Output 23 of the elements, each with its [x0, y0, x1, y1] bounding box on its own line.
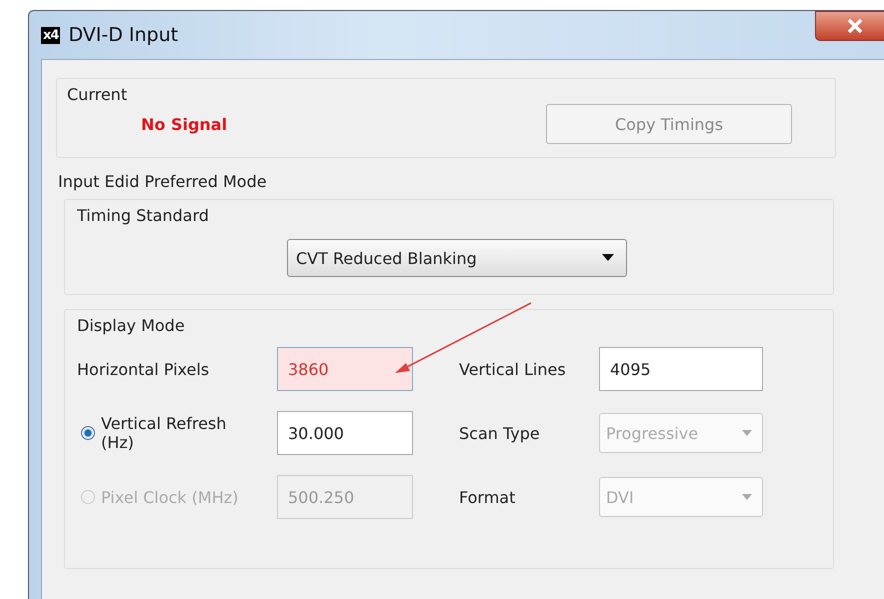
group-label: Current	[67, 85, 128, 104]
caret-icon	[602, 254, 614, 262]
field-label: Vertical Lines	[459, 360, 566, 378]
input-field[interactable]: 30.000	[277, 411, 413, 455]
field-label: Pixel Clock (MHz)	[101, 488, 240, 506]
field-label: Vertical Refresh (Hz)	[101, 414, 228, 452]
window-title: DVI-D Input	[68, 24, 178, 46]
radio-button[interactable]	[81, 426, 95, 440]
close-icon	[846, 18, 864, 34]
signal-status: No Signal	[141, 114, 228, 134]
field-label: Scan Type	[459, 424, 540, 442]
app-badge: x4	[41, 26, 60, 44]
input-field[interactable]: 3860	[277, 347, 413, 391]
field-label: Format	[459, 488, 516, 506]
group-label: Display Mode	[77, 316, 186, 335]
group-label: Timing Standard	[77, 206, 210, 225]
caret-icon	[742, 430, 752, 436]
input-field[interactable]: 4095	[599, 347, 763, 391]
timing-standard-dropdown[interactable]: CVT Reduced Blanking	[287, 239, 627, 277]
group-label: Input Edid Preferred Mode	[58, 172, 268, 191]
close-button[interactable]	[815, 11, 884, 41]
caret-icon	[742, 494, 752, 500]
field-label: Horizontal Pixels	[77, 360, 210, 378]
